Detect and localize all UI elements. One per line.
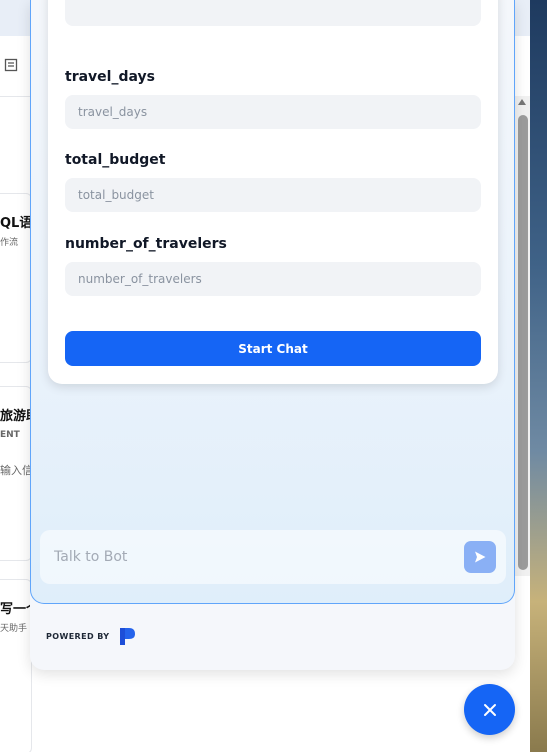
desktop-wallpaper — [530, 0, 547, 752]
total-budget-input[interactable] — [65, 178, 481, 212]
travel-days-input[interactable] — [65, 95, 481, 129]
divider — [0, 96, 30, 97]
field-label: total_budget — [65, 152, 166, 168]
field-label: travel_days — [65, 69, 155, 85]
send-button[interactable] — [464, 541, 496, 573]
background-card-tag: ENT — [0, 430, 20, 440]
previous-field-input[interactable] — [65, 0, 481, 26]
field-label: number_of_travelers — [65, 236, 227, 252]
chat-input-bar — [40, 530, 506, 584]
book-icon — [4, 58, 18, 76]
background-card-subtitle: 天助手 — [0, 624, 28, 634]
scrollbar-thumb[interactable] — [518, 115, 528, 570]
start-form-card: travel_days total_budget number_of_trave… — [48, 0, 498, 384]
background-card-title: QL语 — [0, 216, 33, 231]
scroll-up-arrow-icon[interactable] — [518, 99, 526, 105]
brand-logo-icon — [120, 628, 136, 645]
start-chat-button[interactable]: Start Chat — [65, 331, 481, 366]
background-card-description: 输入信 — [0, 464, 33, 477]
chat-panel: travel_days total_budget number_of_trave… — [30, 0, 515, 604]
powered-by: POWERED BY — [46, 626, 137, 646]
powered-by-text: POWERED BY — [46, 631, 110, 641]
close-chat-button[interactable] — [464, 684, 515, 735]
close-icon — [483, 703, 496, 716]
chat-widget: travel_days total_budget number_of_trave… — [30, 0, 515, 670]
chat-message-input[interactable] — [40, 530, 450, 584]
number-of-travelers-input[interactable] — [65, 262, 481, 296]
background-card-subtitle: 作流 — [0, 238, 19, 248]
send-icon — [475, 551, 486, 563]
